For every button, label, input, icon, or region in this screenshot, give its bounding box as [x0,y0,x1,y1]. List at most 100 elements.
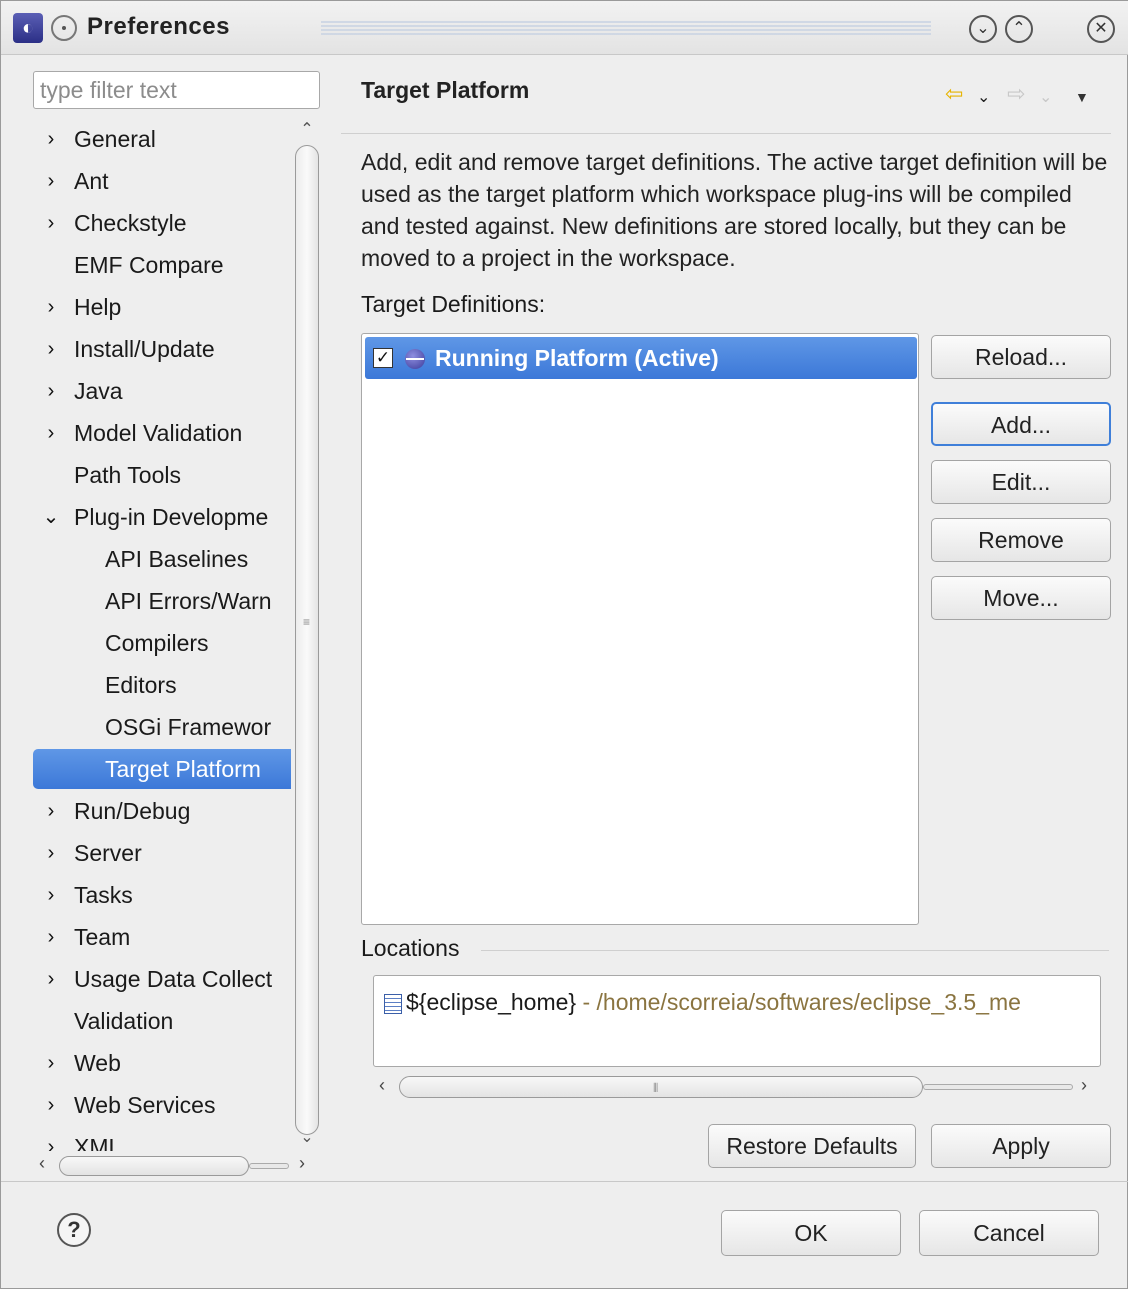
preference-tree: › General › Ant › Checkstyle EMF Compare › Help ›… [33,119,291,1151]
tree-item[interactable]: › Server [33,833,291,873]
scroll-up-icon[interactable]: ⌃ [293,119,321,139]
minimize-button[interactable]: ⌄ [969,15,997,43]
tree-item-label: Tasks [74,882,133,908]
divider [341,133,1111,134]
tree-item[interactable]: › Usage Data Collect [33,959,291,999]
collapsed-arrow-icon[interactable]: › [39,413,63,453]
expanded-arrow-icon[interactable]: ⌄ [39,497,63,537]
ok-button[interactable]: OK [721,1210,901,1256]
tree-horizontal-scrollbar[interactable]: ‹ › [33,1153,321,1179]
scroll-right-icon[interactable]: › [299,1153,305,1174]
tree-item[interactable]: OSGi Framewor [33,707,291,747]
collapsed-arrow-icon[interactable]: › [39,1127,63,1151]
tree-item[interactable]: › Ant [33,161,291,201]
tree-item[interactable]: API Errors/Warn [33,581,291,621]
tree-item[interactable]: › Help [33,287,291,327]
target-definitions-list[interactable]: ✓ Running Platform (Active) [361,333,919,925]
scroll-left-icon[interactable]: ‹ [39,1153,45,1174]
collapsed-arrow-icon[interactable]: › [39,371,63,411]
scrollbar-track[interactable] [923,1084,1073,1090]
scrollbar-thumb[interactable] [59,1156,249,1176]
filter-input[interactable]: type filter text [33,71,320,109]
page-description: Add, edit and remove target definitions.… [361,149,1108,271]
view-menu-icon[interactable]: ▼ [1075,89,1089,105]
tree-item[interactable]: Compilers [33,623,291,663]
grip-icon: ≡ [303,615,311,629]
collapsed-arrow-icon[interactable]: › [39,161,63,201]
collapsed-arrow-icon[interactable]: › [39,833,63,873]
collapsed-arrow-icon[interactable]: › [39,119,63,159]
tree-item[interactable]: Target Platform [33,749,291,789]
back-dropdown-icon[interactable]: ⌄ [977,87,990,107]
tree-item-label: Usage Data Collect [74,966,273,992]
cancel-button[interactable]: Cancel [919,1210,1099,1256]
tree-item[interactable]: › Team [33,917,291,957]
scrollbar-thumb[interactable] [295,145,319,1135]
scroll-down-icon[interactable]: ⌄ [293,1127,321,1147]
list-item[interactable]: ✓ Running Platform (Active) [365,337,917,379]
locations-list[interactable]: ${eclipse_home} - /home/scorreia/softwar… [373,975,1101,1067]
close-button[interactable]: ✕ [1087,15,1115,43]
tree-item-label: Server [74,840,142,866]
locations-group-line [481,950,1109,951]
reload-button[interactable]: Reload... [931,335,1111,379]
tree-item[interactable]: › Checkstyle [33,203,291,243]
tree-item[interactable]: › Run/Debug [33,791,291,831]
tree-item-label: Ant [74,168,109,194]
scrollbar-thumb[interactable] [399,1076,923,1098]
move-button[interactable]: Move... [931,576,1111,620]
tree-item[interactable]: › Tasks [33,875,291,915]
tree-item-label: XML [74,1134,122,1151]
tree-item[interactable]: Path Tools [33,455,291,495]
tree-item[interactable]: Editors [33,665,291,705]
tree-item[interactable]: › Java [33,371,291,411]
tree-item[interactable]: › XML [33,1127,291,1151]
locations-label: Locations [361,935,468,962]
tree-item[interactable]: API Baselines [33,539,291,579]
scroll-right-icon[interactable]: › [1081,1075,1087,1096]
help-icon[interactable]: ? [57,1213,91,1247]
target-definitions-label: Target Definitions: [361,291,546,317]
tree-item-label: Target Platform [105,756,261,782]
collapsed-arrow-icon[interactable]: › [39,917,63,957]
eclipse-icon[interactable]: ◐ [13,13,43,43]
tree-item-label: API Baselines [105,546,249,572]
add-button[interactable]: Add... [931,402,1111,446]
forward-icon[interactable]: ⇨ [1007,81,1025,107]
page-title: Target Platform [361,77,530,103]
tree-item[interactable]: › General [33,119,291,159]
tree-item[interactable]: › Web [33,1043,291,1083]
pin-icon[interactable] [51,15,77,41]
restore-defaults-button[interactable]: Restore Defaults [708,1124,916,1168]
locations-horizontal-scrollbar[interactable]: ‹ ⦀ › [373,1073,1101,1101]
remove-button[interactable]: Remove [931,518,1111,562]
edit-button[interactable]: Edit... [931,460,1111,504]
apply-button[interactable]: Apply [931,1124,1111,1168]
tree-item[interactable]: › Web Services [33,1085,291,1125]
checkbox[interactable]: ✓ [373,348,393,368]
collapsed-arrow-icon[interactable]: › [39,1043,63,1083]
maximize-button[interactable]: ⌃ [1005,15,1033,43]
tree-item-label: Validation [74,1008,174,1034]
back-icon[interactable]: ⇦ [945,81,963,107]
collapsed-arrow-icon[interactable]: › [39,1085,63,1125]
tree-item[interactable]: EMF Compare [33,245,291,285]
forward-dropdown-icon[interactable]: ⌄ [1039,87,1052,107]
tree-item[interactable]: ⌄ Plug-in Developme [33,497,291,537]
tree-vertical-scrollbar[interactable]: ⌃ ≡ ⌄ [293,119,321,1151]
tree-item[interactable]: Validation [33,1001,291,1041]
tree-item-label: OSGi Framewor [105,714,272,740]
collapsed-arrow-icon[interactable]: › [39,203,63,243]
collapsed-arrow-icon[interactable]: › [39,329,63,369]
tree-item[interactable]: › Install/Update [33,329,291,369]
collapsed-arrow-icon[interactable]: › [39,791,63,831]
collapsed-arrow-icon[interactable]: › [39,287,63,327]
scrollbar-track[interactable] [249,1163,289,1169]
tree-item-label: EMF Compare [74,252,224,278]
collapsed-arrow-icon[interactable]: › [39,875,63,915]
scroll-left-icon[interactable]: ‹ [379,1075,385,1096]
collapsed-arrow-icon[interactable]: › [39,959,63,999]
tree-item[interactable]: › Model Validation [33,413,291,453]
list-item[interactable]: ${eclipse_home} - /home/scorreia/softwar… [384,986,1021,1018]
tree-item-label: Checkstyle [74,210,187,236]
